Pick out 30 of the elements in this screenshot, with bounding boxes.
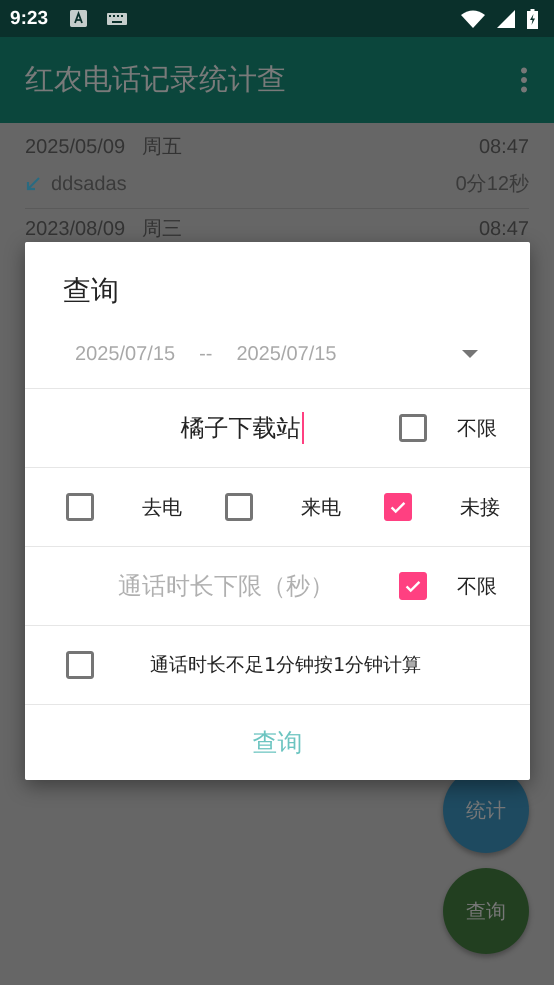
checkbox[interactable] (399, 572, 427, 600)
battery-icon (527, 8, 538, 28)
checkbox-label: 去电 (142, 494, 182, 520)
dropdown-arrow-icon (462, 350, 478, 358)
dialog-title: 查询 (62, 273, 120, 309)
checkbox[interactable] (399, 414, 427, 442)
app-title: 红农电话记录统计查 (25, 61, 286, 98)
arrow-icon (25, 176, 41, 192)
checkbox[interactable] (66, 651, 94, 679)
floating-action-button[interactable]: 查询 (443, 868, 529, 954)
date-separator: -- (199, 342, 212, 366)
keyword-field[interactable]: 橘子下载站 (25, 412, 399, 444)
duration-field[interactable]: 通话时长下限（秒） (25, 571, 399, 601)
more-menu-icon[interactable] (520, 67, 528, 93)
checkbox[interactable] (384, 493, 412, 521)
signal-icon (497, 10, 515, 28)
keyboard-icon (107, 12, 128, 24)
status-time: 9:23 (10, 8, 48, 30)
checkbox-label: 通话时长不足1分钟按1分钟计算 (150, 653, 422, 678)
checkbox-label: 不限 (457, 414, 497, 442)
checkbox[interactable] (66, 493, 94, 521)
date-range-dropdown[interactable]: 2025/07/15 -- 2025/07/15 (25, 320, 530, 389)
end-date: 2025/07/15 (236, 342, 337, 366)
checkbox-label: 来电 (301, 494, 341, 520)
checkbox[interactable] (225, 493, 253, 521)
start-date: 2025/07/15 (75, 342, 176, 366)
checkbox-label: 未接 (460, 494, 500, 520)
wifi-icon (461, 10, 485, 28)
checkbox-label: 不限 (457, 572, 497, 600)
text-a-icon (70, 10, 88, 27)
